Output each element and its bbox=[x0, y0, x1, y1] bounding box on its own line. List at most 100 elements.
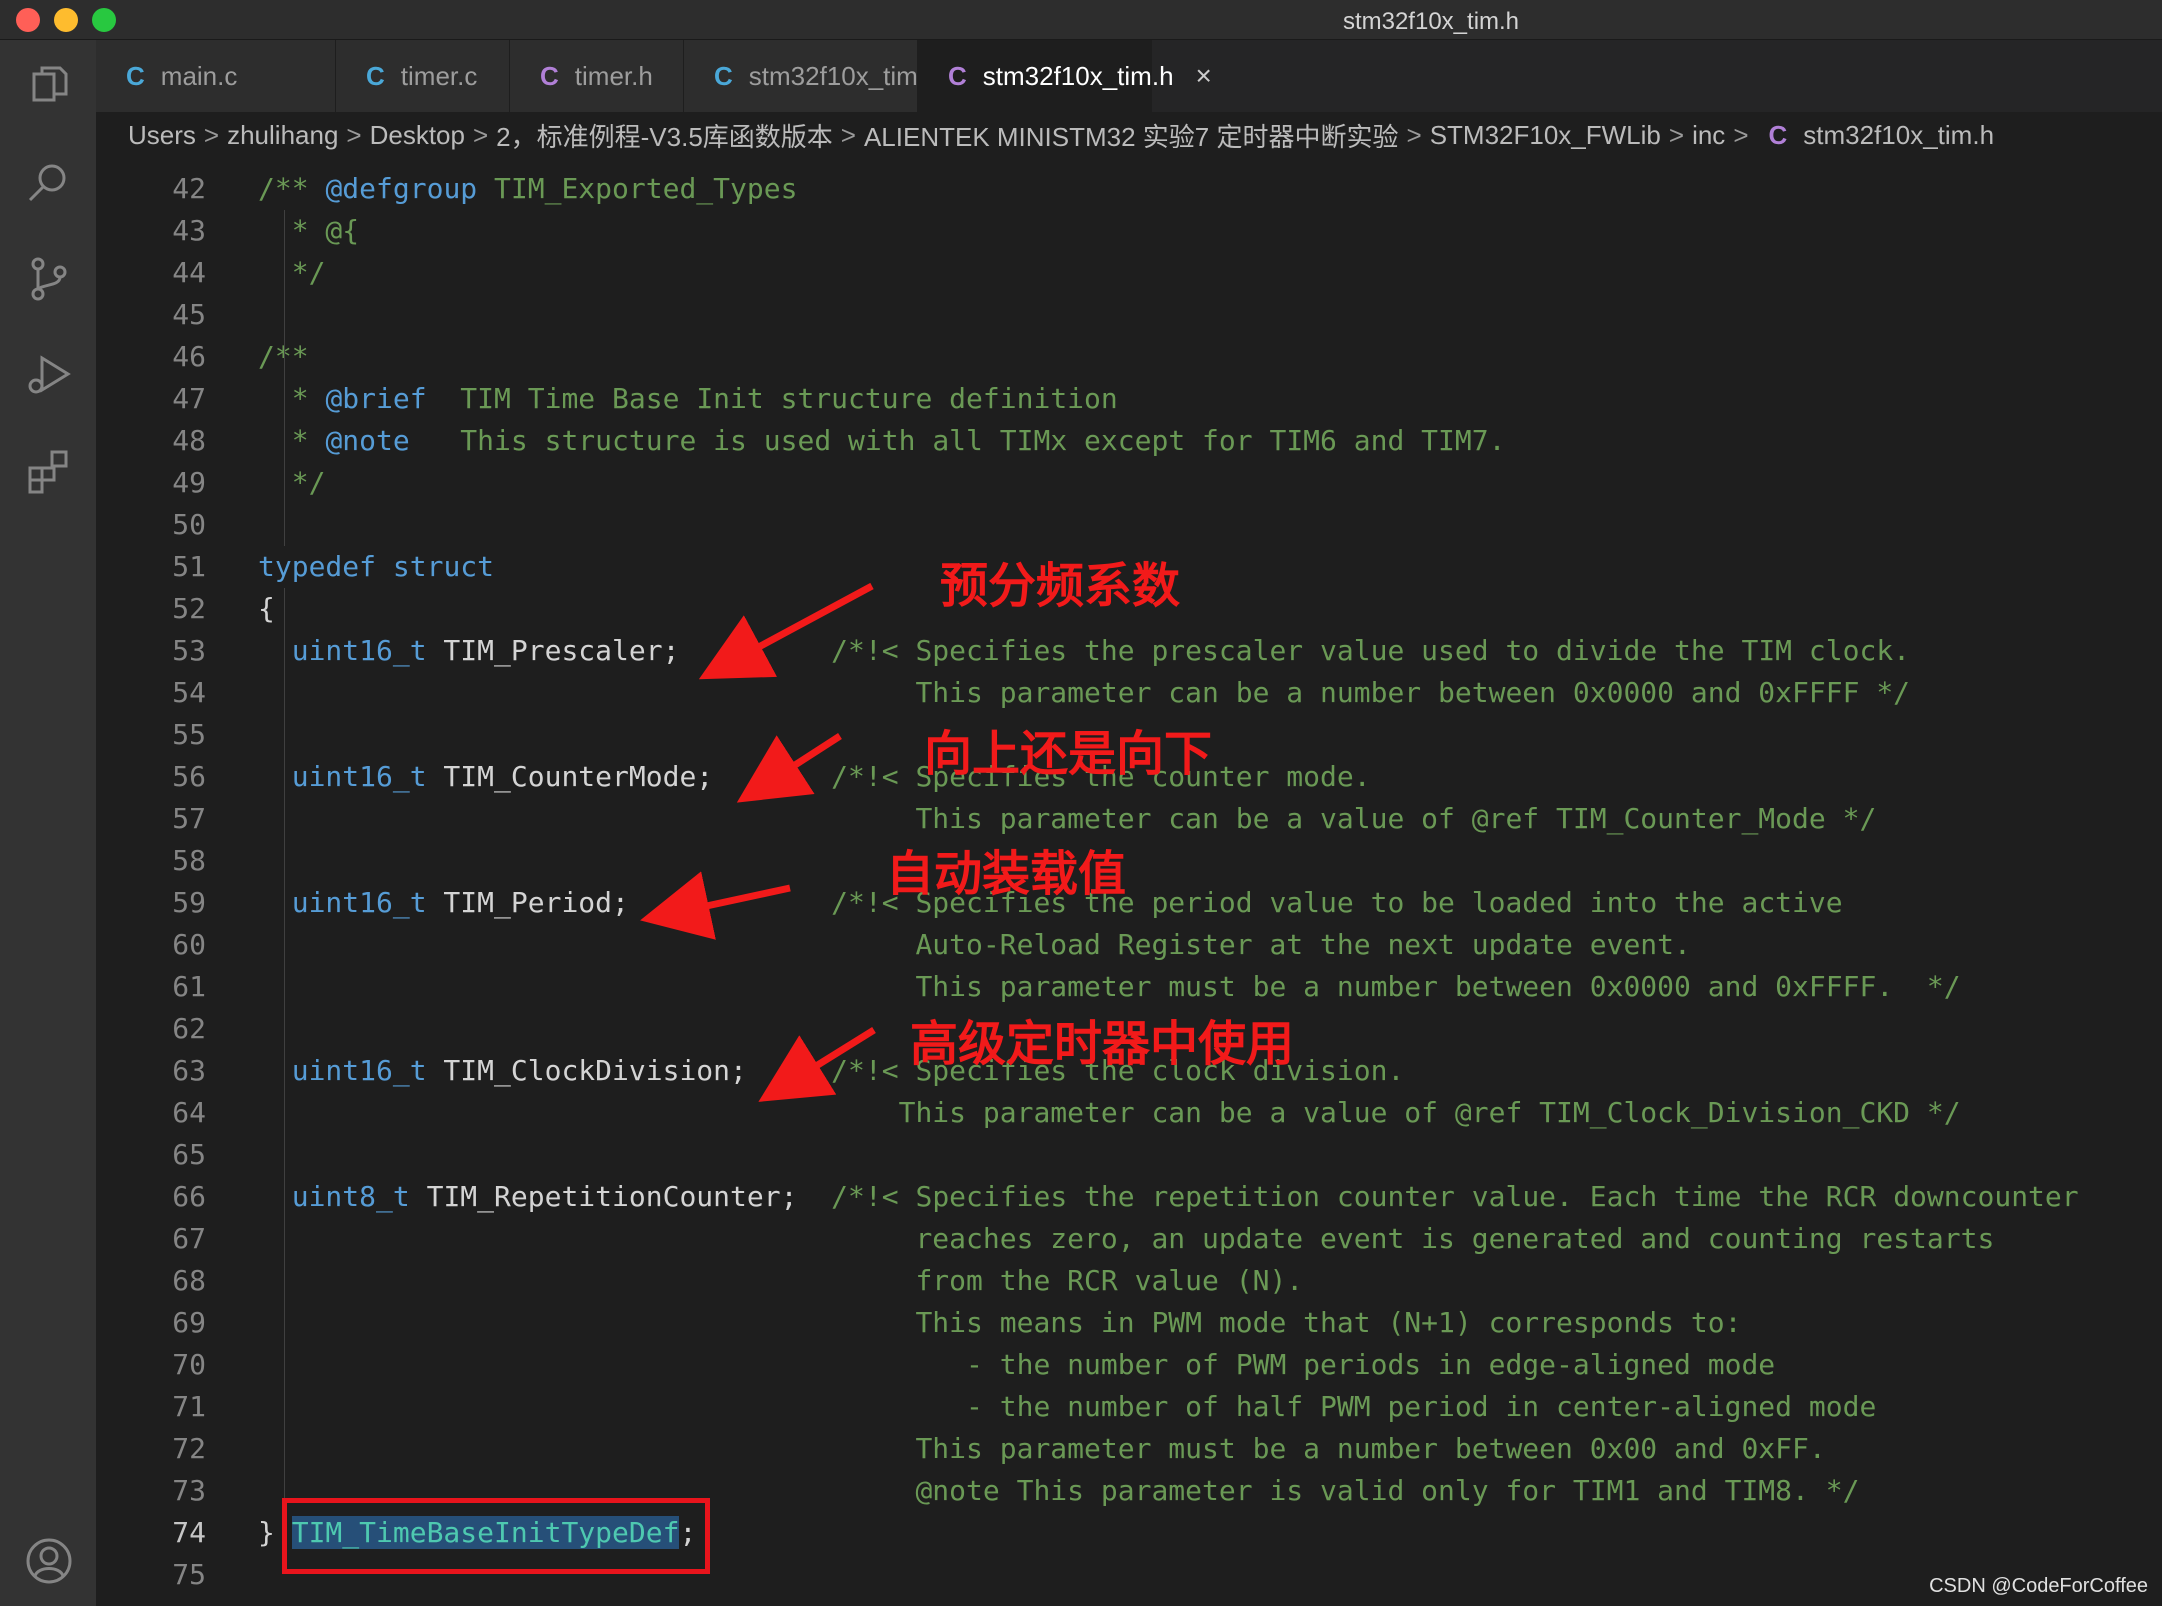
code-token: This parameter can be a number between 0… bbox=[258, 676, 1911, 709]
tab-timer-h[interactable]: Ctimer.h bbox=[510, 40, 684, 112]
code-token: /*!< Specifies the prescaler value used … bbox=[831, 634, 1911, 667]
breadcrumb-item[interactable]: STM32F10x_FWLib bbox=[1430, 120, 1661, 151]
line-number: 70 bbox=[172, 1348, 206, 1381]
code-line[interactable]: 43 * @{ bbox=[96, 210, 2162, 252]
tab-stm32f10x-tim-h[interactable]: Cstm32f10x_tim.h × bbox=[918, 40, 1212, 112]
code-token: - the number of PWM periods in edge-alig… bbox=[258, 1348, 1776, 1381]
account-icon[interactable] bbox=[24, 1536, 74, 1586]
code-token: uint16_t bbox=[291, 634, 427, 667]
line-number: 56 bbox=[172, 760, 206, 793]
code-token: uint16_t bbox=[291, 886, 427, 919]
c-file-icon: C bbox=[540, 60, 559, 91]
extensions-icon[interactable] bbox=[24, 446, 74, 496]
code-token: TIM_Period; bbox=[426, 886, 832, 919]
line-number: 71 bbox=[172, 1390, 206, 1423]
breadcrumb-item[interactable]: 2，标准例程-V3.5库函数版本 bbox=[496, 117, 833, 154]
code-text: reaches zero, an update event is generat… bbox=[258, 1218, 1994, 1260]
line-number: 60 bbox=[172, 928, 206, 961]
code-line[interactable]: 69 This means in PWM mode that (N+1) cor… bbox=[96, 1302, 2162, 1344]
chevron-right-icon: > bbox=[840, 119, 856, 150]
code-line[interactable]: 49 */ bbox=[96, 462, 2162, 504]
code-line[interactable]: 72 This parameter must be a number betwe… bbox=[96, 1428, 2162, 1470]
chevron-right-icon: > bbox=[1668, 119, 1685, 150]
code-text: * @brief TIM Time Base Init structure de… bbox=[258, 378, 1118, 420]
close-tab-icon[interactable]: × bbox=[1196, 60, 1212, 92]
explorer-icon[interactable] bbox=[24, 62, 74, 112]
breadcrumb-item[interactable]: zhulihang bbox=[227, 120, 338, 151]
code-line[interactable]: 61 This parameter must be a number betwe… bbox=[96, 966, 2162, 1008]
code-line[interactable]: 70 - the number of PWM periods in edge-a… bbox=[96, 1344, 2162, 1386]
annotation-clock-division: 高级定时器中使用 bbox=[910, 1016, 1295, 1072]
code-text: Auto-Reload Register at the next update … bbox=[258, 924, 1690, 966]
code-token: @defgroup bbox=[325, 172, 478, 205]
code-token: - the number of half PWM period in cente… bbox=[258, 1390, 1877, 1423]
code-line[interactable]: 66 uint8_t TIM_RepetitionCounter; /*!< S… bbox=[96, 1176, 2162, 1218]
code-text: * @note This structure is used with all … bbox=[258, 420, 1506, 462]
indent-guide bbox=[284, 210, 285, 546]
breadcrumb-item[interactable]: Users bbox=[128, 120, 196, 151]
code-line[interactable]: 50 bbox=[96, 504, 2162, 546]
tab-label: timer.c bbox=[400, 60, 478, 91]
line-number: 67 bbox=[172, 1222, 206, 1255]
line-number: 51 bbox=[172, 550, 206, 583]
code-line[interactable]: 65 bbox=[96, 1134, 2162, 1176]
code-line[interactable]: 42 /** @defgroup TIM_Exported_Types bbox=[96, 168, 2162, 210]
code-token: This parameter can be a value of @ref TI… bbox=[258, 802, 1877, 835]
code-line[interactable]: 53 uint16_t TIM_Prescaler; /*!< Specifie… bbox=[96, 630, 2162, 672]
code-line[interactable]: 57 This parameter can be a value of @ref… bbox=[96, 798, 2162, 840]
line-number: 45 bbox=[172, 298, 206, 331]
code-text: This parameter can be a value of @ref TI… bbox=[258, 1092, 1961, 1134]
code-line[interactable]: 67 reaches zero, an update event is gene… bbox=[96, 1218, 2162, 1260]
breadcrumb-item[interactable]: Desktop bbox=[370, 120, 465, 151]
code-line[interactable]: 45 bbox=[96, 294, 2162, 336]
code-line[interactable]: 58 bbox=[96, 840, 2162, 882]
code-token: { bbox=[258, 592, 275, 625]
code-text: This means in PWM mode that (N+1) corres… bbox=[258, 1302, 1741, 1344]
editor-tabs: Cmain.c Ctimer.c Ctimer.h Cstm32f10x_tim.c C… bbox=[96, 40, 2162, 112]
line-number: 43 bbox=[172, 214, 206, 247]
annotation-prescaler: 预分频系数 bbox=[940, 558, 1181, 614]
tab-main-c[interactable]: Cmain.c bbox=[96, 40, 336, 112]
code-token: uint16_t bbox=[291, 1054, 427, 1087]
code-token: TIM_ClockDivision; bbox=[426, 1054, 832, 1087]
code-line[interactable]: 59 uint16_t TIM_Period; /*!< Specifies t… bbox=[96, 882, 2162, 924]
breadcrumb-file[interactable]: stm32f10x_tim.h bbox=[1803, 120, 1994, 151]
breadcrumb-item[interactable]: ALIENTEK MINISTM32 实验7 定时器中断实验 bbox=[864, 117, 1399, 154]
watermark: CSDN @CodeForCoffee bbox=[1929, 1575, 2148, 1597]
code-line[interactable]: 46/** bbox=[96, 336, 2162, 378]
code-text: This parameter must be a number between … bbox=[258, 966, 1960, 1008]
search-icon[interactable] bbox=[24, 158, 74, 208]
chevron-right-icon: > bbox=[472, 119, 489, 150]
line-number: 44 bbox=[172, 256, 206, 289]
code-token: * bbox=[258, 382, 326, 415]
c-file-icon: C bbox=[126, 60, 145, 91]
source-control-icon[interactable] bbox=[24, 254, 74, 304]
code-line[interactable]: 68 from the RCR value (N). bbox=[96, 1260, 2162, 1302]
code-line[interactable]: 47 * @brief TIM Time Base Init structure… bbox=[96, 378, 2162, 420]
c-file-icon: C bbox=[948, 60, 967, 91]
line-number: 42 bbox=[172, 172, 206, 205]
code-line[interactable]: 44 */ bbox=[96, 252, 2162, 294]
code-line[interactable]: 48 * @note This structure is used with a… bbox=[96, 420, 2162, 462]
tab-label: stm32f10x_tim.h bbox=[982, 60, 1174, 91]
code-line[interactable]: 54 This parameter can be a number betwee… bbox=[96, 672, 2162, 714]
code-text: typedef struct bbox=[258, 546, 494, 588]
code-line[interactable]: 60 Auto-Reload Register at the next upda… bbox=[96, 924, 2162, 966]
tab-timer-c[interactable]: Ctimer.c bbox=[336, 40, 510, 112]
run-debug-icon[interactable] bbox=[24, 350, 74, 400]
code-text: - the number of PWM periods in edge-alig… bbox=[258, 1344, 1775, 1386]
annotation-counter-mode: 向上还是向下 bbox=[924, 726, 1213, 782]
code-line[interactable]: 71 - the number of half PWM period in ce… bbox=[96, 1386, 2162, 1428]
tab-stm32f10x-tim-c[interactable]: Cstm32f10x_tim.c bbox=[684, 40, 938, 112]
code-text: This parameter must be a number between … bbox=[258, 1428, 1825, 1470]
code-editor[interactable]: 42/** @defgroup TIM_Exported_Types 43 * @… bbox=[96, 158, 2162, 1606]
c-file-icon: C bbox=[366, 60, 385, 91]
activity-bar bbox=[0, 40, 96, 1606]
breadcrumb-item[interactable]: inc bbox=[1692, 120, 1725, 151]
code-line[interactable]: 64 This parameter can be a value of @ref… bbox=[96, 1092, 2162, 1134]
code-token: /*!< Specifies the repetition counter va… bbox=[831, 1180, 2079, 1213]
